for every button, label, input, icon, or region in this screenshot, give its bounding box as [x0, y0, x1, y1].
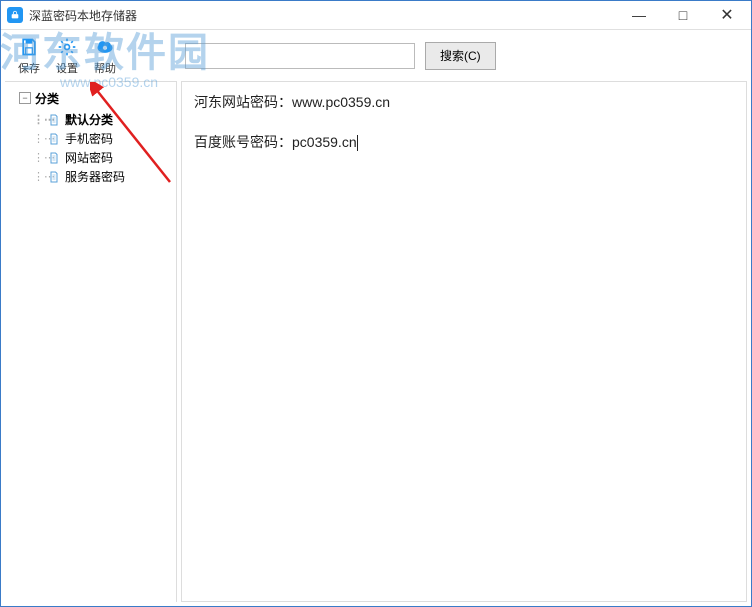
help-button[interactable]: 帮助	[87, 32, 123, 80]
gear-icon	[56, 36, 78, 58]
tree-root-category[interactable]: − 分类	[15, 88, 176, 108]
document-icon	[47, 113, 61, 127]
sidebar: − 分类 ⋮⋯ 默认分类 ⋮⋯ 手机密码 ⋮⋯	[5, 81, 177, 602]
toolbar: 保存 设置 帮助 搜索(C)	[1, 29, 751, 81]
tree-item-phone[interactable]: ⋮⋯ 手机密码	[33, 129, 176, 148]
settings-button[interactable]: 设置	[49, 32, 85, 80]
save-icon	[18, 36, 40, 58]
tree-item-website[interactable]: ⋮⋯ 网站密码	[33, 148, 176, 167]
search-button[interactable]: 搜索(C)	[425, 42, 496, 70]
search-input[interactable]	[185, 43, 415, 69]
document-icon	[47, 170, 61, 184]
content-line-1: 河东网站密码：www.pc0359.cn	[194, 92, 734, 112]
window-title: 深蓝密码本地存储器	[29, 7, 617, 24]
collapse-icon[interactable]: −	[19, 92, 31, 104]
content-line-2: 百度账号密码：pc0359.cn	[194, 132, 734, 152]
tree-item-server[interactable]: ⋮⋯ 服务器密码	[33, 167, 176, 186]
close-button[interactable]: ✕	[705, 2, 749, 28]
document-icon	[47, 132, 61, 146]
content-editor[interactable]: 河东网站密码：www.pc0359.cn 百度账号密码：pc0359.cn	[181, 81, 747, 602]
save-button[interactable]: 保存	[11, 32, 47, 80]
tree-item-default[interactable]: ⋮⋯ 默认分类	[33, 110, 176, 129]
cloud-icon	[94, 36, 116, 58]
maximize-button[interactable]: □	[661, 2, 705, 28]
app-icon	[7, 7, 23, 23]
document-icon	[47, 151, 61, 165]
titlebar: 深蓝密码本地存储器 — □ ✕	[1, 1, 751, 29]
minimize-button[interactable]: —	[617, 2, 661, 28]
text-cursor	[357, 135, 358, 151]
